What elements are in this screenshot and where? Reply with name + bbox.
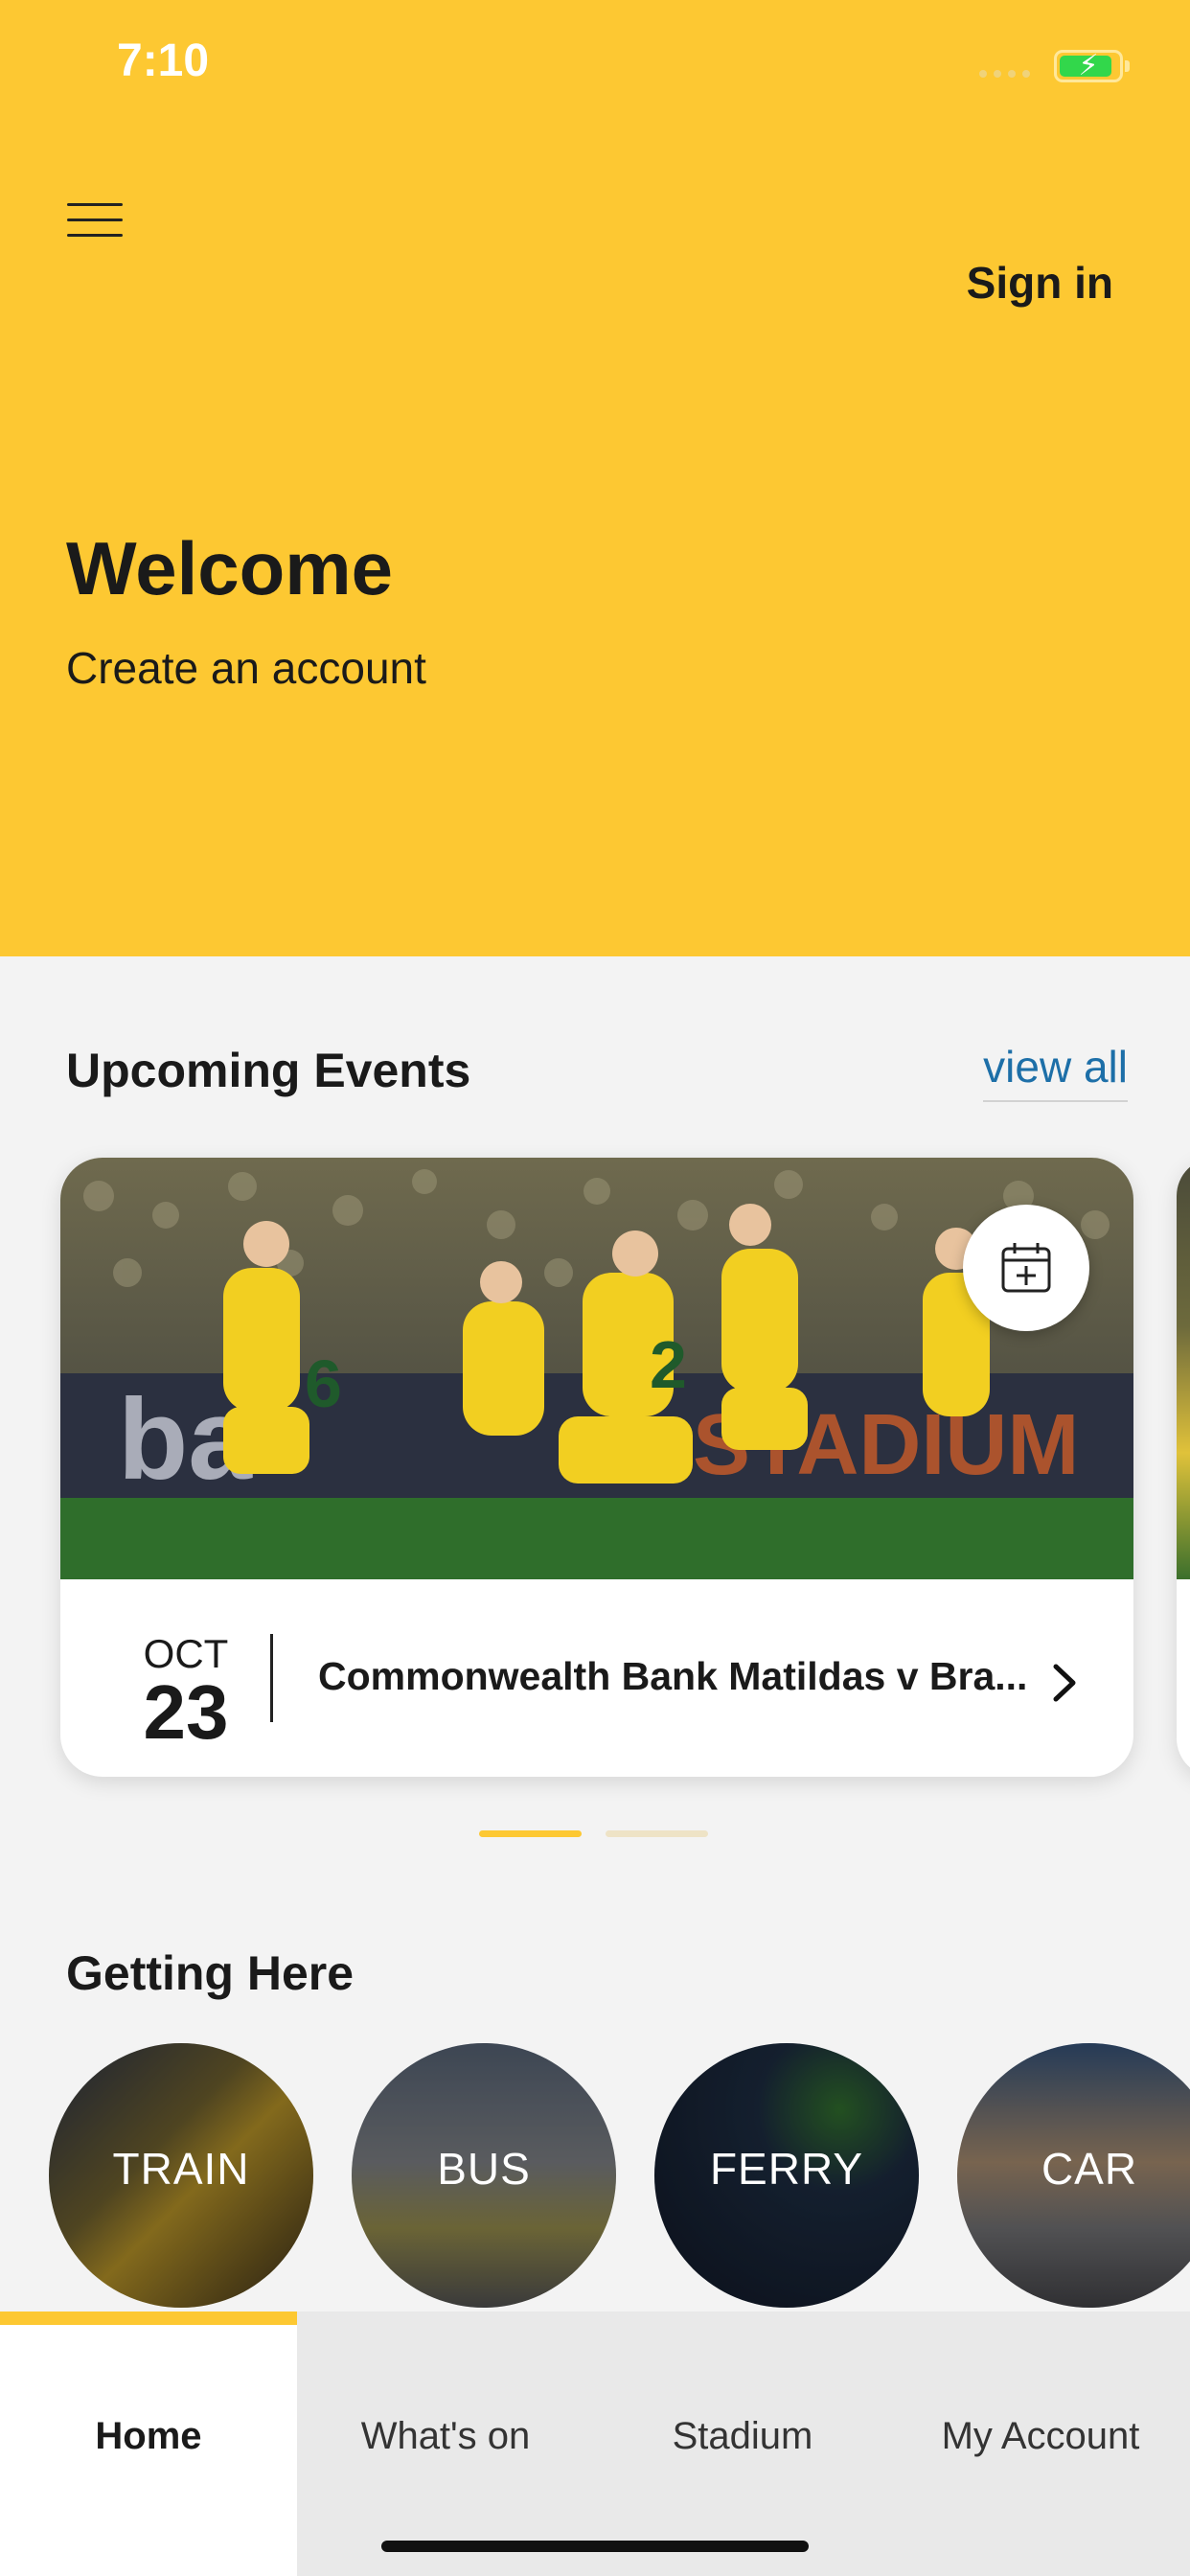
event-card[interactable]: ba STADIUM 6 2 OCT 23 Commonwealth Bank … [60,1158,1133,1777]
transport-label: CAR [1041,2144,1138,2194]
tab-home[interactable]: Home [0,2312,297,2576]
divider [270,1634,273,1722]
transport-label: BUS [437,2144,531,2194]
event-title: Commonwealth Bank Matildas v Bra... [318,1654,1028,1698]
tab-my-account[interactable]: My Account [891,2312,1190,2576]
pager-dot [606,1830,708,1837]
tab-whats-on[interactable]: What's on [297,2312,594,2576]
calendar-add-icon [1001,1243,1051,1293]
sign-in-button[interactable]: Sign in [967,257,1113,309]
upcoming-events-title: Upcoming Events [66,1044,471,1097]
hero-banner: 7:10 ⚡ Sign in Welcome Create an account [0,0,1190,956]
transport-label: TRAIN [112,2144,250,2194]
status-time: 7:10 [117,35,210,86]
tab-stadium[interactable]: Stadium [594,2312,891,2576]
transport-car-button[interactable]: CAR [957,2043,1190,2308]
carousel-pager [479,1830,708,1837]
create-account-link[interactable]: Create an account [66,642,426,694]
hamburger-menu-icon[interactable] [67,203,123,240]
transport-label: FERRY [709,2144,864,2194]
svg-text:2: 2 [650,1327,687,1402]
signal-icon [979,70,1030,78]
transport-bus-button[interactable]: BUS [352,2043,616,2308]
transport-train-button[interactable]: TRAIN [49,2043,313,2308]
view-all-link[interactable]: view all [983,1041,1128,1102]
tab-label: Home [95,2415,202,2457]
welcome-title: Welcome [66,526,394,610]
next-event-card[interactable] [1177,1158,1190,1777]
pager-dot-active [479,1830,582,1837]
event-photo: ba STADIUM 6 2 [60,1158,1133,1579]
getting-here-title: Getting Here [66,1946,355,2000]
event-date: OCT 23 [124,1633,248,1755]
bottom-tab-bar: Home What's on Stadium My Account [0,2312,1190,2576]
home-indicator [381,2541,809,2552]
transport-ferry-button[interactable]: FERRY [654,2043,919,2308]
tab-label: Stadium [672,2415,813,2457]
battery-charging-icon: ⚡ [1054,50,1130,82]
chevron-right-icon[interactable] [1041,1654,1089,1712]
tab-label: My Account [941,2415,1140,2457]
add-to-calendar-button[interactable] [963,1205,1089,1331]
event-day: 23 [143,1669,229,1755]
active-tab-indicator [0,2312,297,2325]
svg-text:6: 6 [305,1346,342,1421]
tab-label: What's on [360,2415,531,2457]
